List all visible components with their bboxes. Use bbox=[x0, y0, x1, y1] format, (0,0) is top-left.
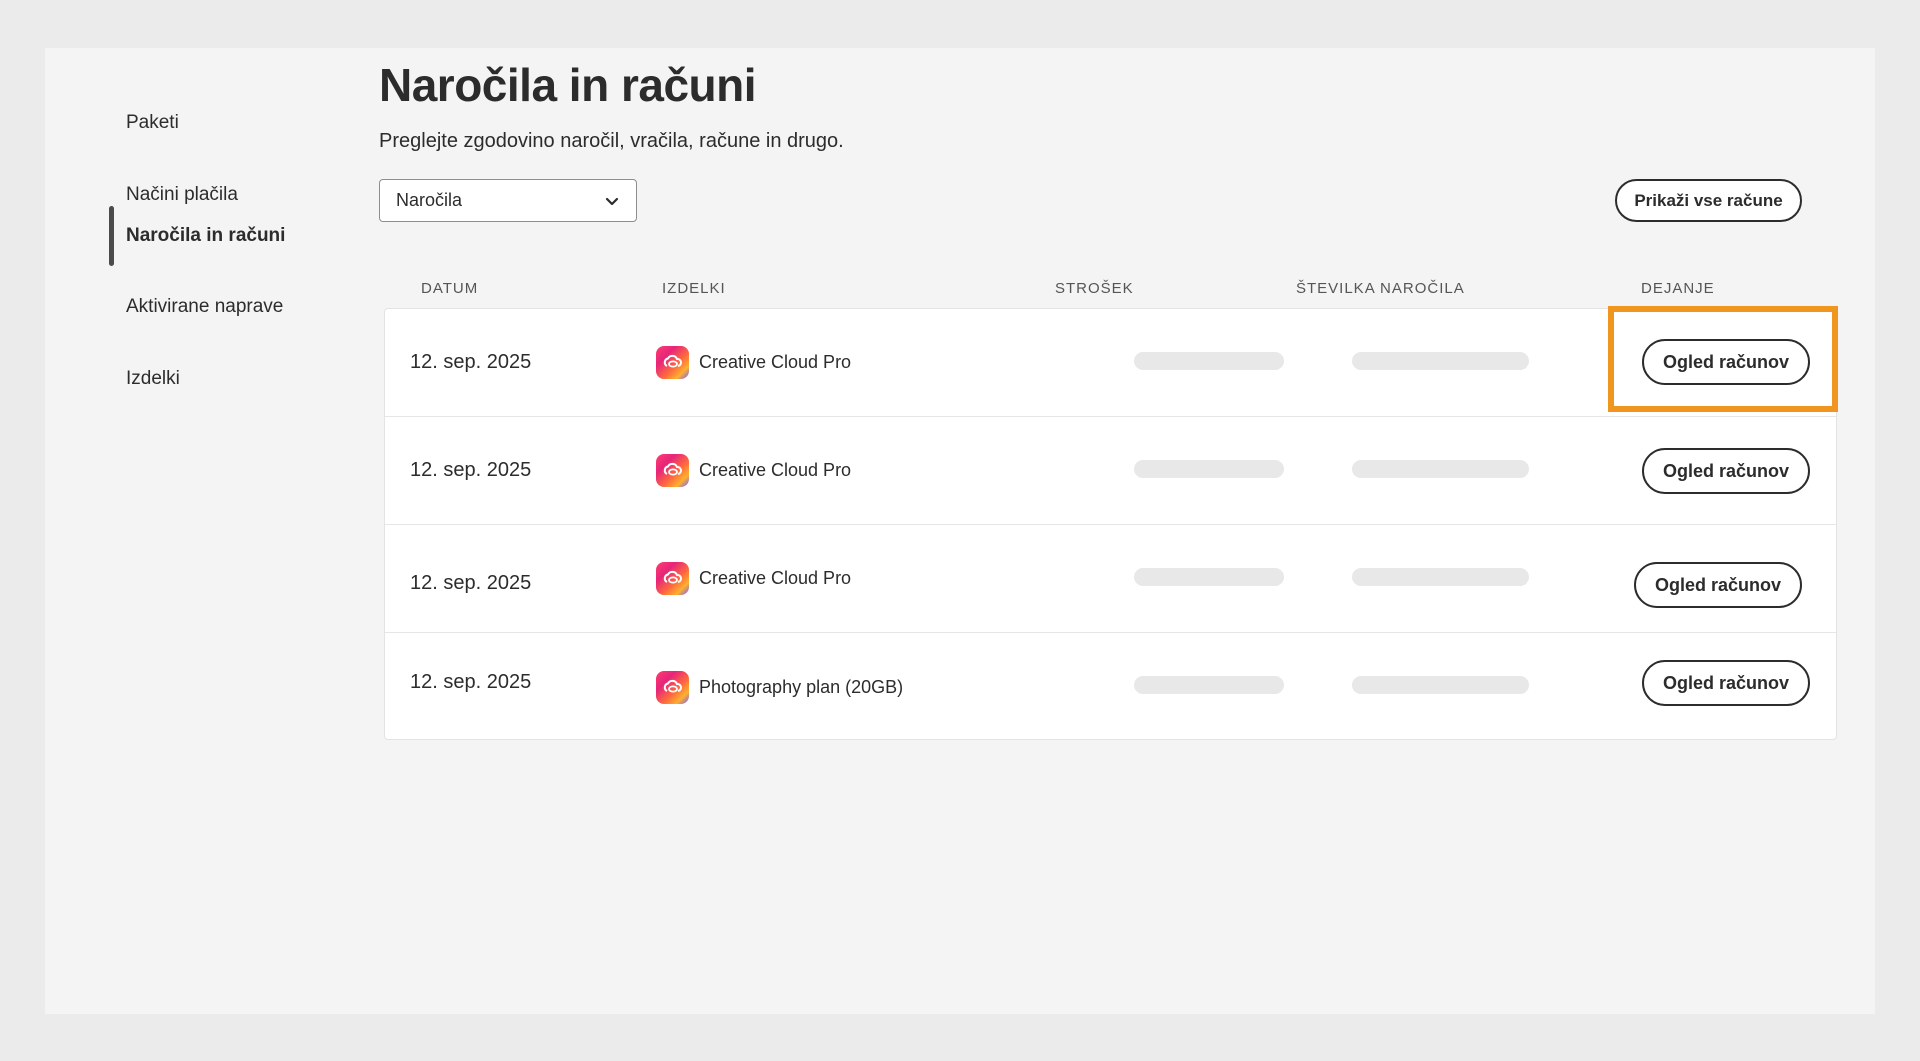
sidebar-item-label: Izdelki bbox=[126, 368, 180, 389]
creative-cloud-icon bbox=[656, 454, 689, 487]
column-header-order-number: ŠTEVILKA NAROČILA bbox=[1296, 280, 1465, 297]
page-subtitle: Preglejte zgodovino naročil, vračila, ra… bbox=[379, 130, 844, 152]
creative-cloud-icon bbox=[656, 562, 689, 595]
order-date: 12. sep. 2025 bbox=[410, 351, 532, 373]
table-row: 12. sep. 2025 Creative Cloud Pro Ogled r… bbox=[385, 525, 1836, 633]
column-header-action: DEJANJE bbox=[1641, 280, 1715, 297]
sidebar-item-label: Paketi bbox=[126, 112, 179, 133]
order-number-placeholder bbox=[1352, 568, 1529, 586]
product-name: Photography plan (20GB) bbox=[699, 677, 904, 697]
cost-placeholder bbox=[1134, 460, 1284, 478]
chevron-down-icon bbox=[605, 197, 619, 205]
sidebar-item-izdelki[interactable]: Izdelki bbox=[126, 349, 356, 409]
order-product: Creative Cloud Pro bbox=[656, 562, 851, 595]
page-title: Naročila in računi bbox=[379, 59, 757, 111]
table-row: 12. sep. 2025 Photography plan (20GB) Og… bbox=[385, 633, 1836, 741]
view-invoices-button[interactable]: Ogled računov bbox=[1642, 660, 1810, 706]
column-header-products: IZDELKI bbox=[662, 280, 726, 297]
active-indicator bbox=[109, 206, 114, 266]
cost-placeholder bbox=[1134, 676, 1284, 694]
show-all-invoices-button[interactable]: Prikaži vse račune bbox=[1615, 179, 1802, 222]
orders-table: 12. sep. 2025 Creative Cloud Pro Ogled r… bbox=[384, 308, 1837, 740]
sidebar-item-aktivirane-naprave[interactable]: Aktivirane naprave bbox=[126, 277, 356, 337]
order-number-placeholder bbox=[1352, 460, 1529, 478]
order-product: Creative Cloud Pro bbox=[656, 346, 851, 379]
creative-cloud-icon bbox=[656, 346, 689, 379]
view-invoices-button[interactable]: Ogled računov bbox=[1642, 339, 1810, 385]
sidebar: Paketi Načini plačila Naročila in računi… bbox=[45, 48, 365, 1014]
sidebar-item-label: Aktivirane naprave bbox=[126, 296, 284, 317]
page-frame: Paketi Načini plačila Naročila in računi… bbox=[45, 48, 1875, 1014]
product-name: Creative Cloud Pro bbox=[699, 460, 852, 480]
sidebar-item-label: Načini plačila bbox=[126, 184, 238, 205]
order-date: 12. sep. 2025 bbox=[410, 671, 532, 693]
product-name: Creative Cloud Pro bbox=[699, 352, 852, 372]
column-header-date: DATUM bbox=[421, 280, 479, 297]
order-product: Photography plan (20GB) bbox=[656, 671, 903, 704]
table-row: 12. sep. 2025 Creative Cloud Pro Ogled r… bbox=[385, 417, 1836, 525]
order-number-placeholder bbox=[1352, 352, 1529, 370]
cost-placeholder bbox=[1134, 352, 1284, 370]
order-number-placeholder bbox=[1352, 676, 1529, 694]
order-product: Creative Cloud Pro bbox=[656, 454, 851, 487]
sidebar-item-label: Naročila in računi bbox=[126, 225, 286, 246]
column-header-cost: STROŠEK bbox=[1055, 280, 1134, 297]
view-invoices-button[interactable]: Ogled računov bbox=[1642, 448, 1810, 494]
sidebar-item-narocila-in-racuni[interactable]: Naročila in računi bbox=[126, 206, 356, 266]
table-row: 12. sep. 2025 Creative Cloud Pro Ogled r… bbox=[385, 309, 1836, 417]
creative-cloud-icon bbox=[656, 671, 689, 704]
sidebar-item-paketi[interactable]: Paketi bbox=[126, 93, 356, 153]
order-date: 12. sep. 2025 bbox=[410, 459, 532, 481]
orders-filter-select[interactable]: Naročila bbox=[379, 179, 637, 222]
select-value: Naročila bbox=[396, 190, 463, 210]
product-name: Creative Cloud Pro bbox=[699, 568, 852, 588]
view-invoices-button[interactable]: Ogled računov bbox=[1634, 562, 1802, 608]
cost-placeholder bbox=[1134, 568, 1284, 586]
order-date: 12. sep. 2025 bbox=[410, 572, 532, 594]
